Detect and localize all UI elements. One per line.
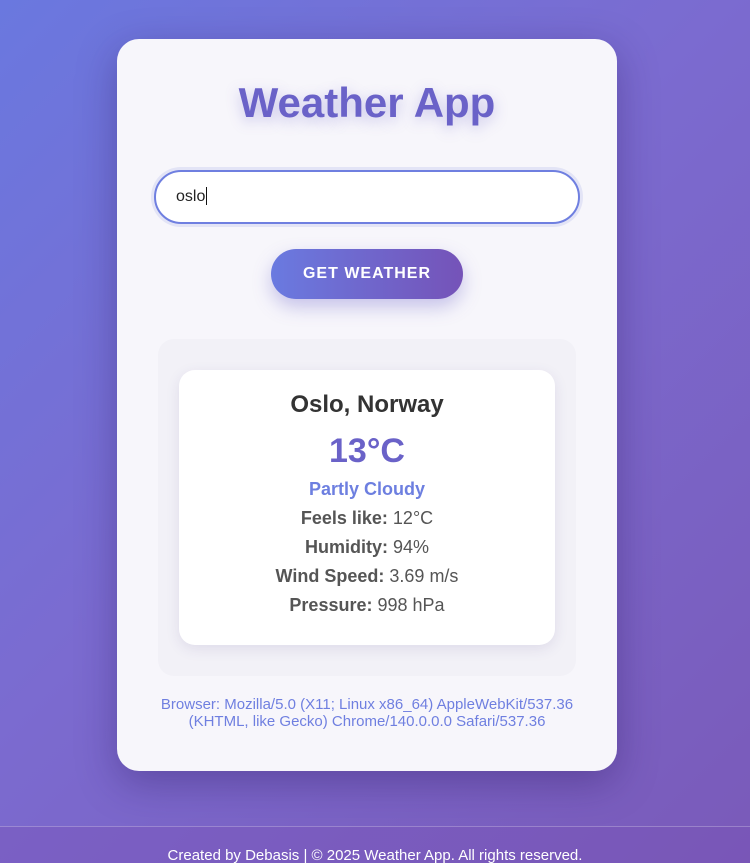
temperature-value: 13°C (329, 432, 405, 470)
page-footer: Created by Debasis | © 2025 Weather App.… (0, 826, 750, 863)
pressure-label: Pressure: (289, 595, 373, 615)
weather-result-panel: Oslo, Norway 13°C Partly Cloudy Feels li… (158, 339, 576, 676)
city-search-input[interactable] (154, 170, 580, 224)
app-title: Weather App (238, 79, 496, 126)
location-name: Oslo, Norway (290, 391, 444, 418)
text-caret (206, 187, 207, 205)
browser-info: Browser: Mozilla/5.0 (X11; Linux x86_64)… (147, 696, 587, 730)
humidity-value: 94% (392, 537, 430, 557)
footer-text: Created by Debasis | © 2025 Weather App.… (167, 847, 583, 863)
weather-condition: Partly Cloudy (308, 479, 426, 499)
get-weather-button[interactable]: GET WEATHER (271, 249, 463, 299)
wind-speed-row: Wind Speed: 3.69 m/s (179, 566, 555, 587)
weather-result-card: Oslo, Norway 13°C Partly Cloudy Feels li… (179, 370, 555, 645)
browser-info-line-2: (KHTML, like Gecko) Chrome/140.0.0.0 Saf… (188, 713, 546, 730)
browser-info-line-1: Browser: Mozilla/5.0 (X11; Linux x86_64)… (160, 696, 574, 713)
feels-like-value: 12°C (392, 508, 434, 528)
pressure-value: 998 hPa (377, 595, 445, 615)
pressure-row: Pressure: 998 hPa (179, 595, 555, 616)
humidity-label: Humidity: (304, 537, 388, 557)
wind-speed-value: 3.69 m/s (389, 566, 459, 586)
feels-like-label: Feels like: (300, 508, 388, 528)
weather-card: Weather App GET WEATHER Oslo, Norway 13°… (117, 39, 617, 771)
feels-like-row: Feels like: 12°C (179, 508, 555, 529)
wind-speed-label: Wind Speed: (275, 566, 385, 586)
humidity-row: Humidity: 94% (179, 537, 555, 558)
